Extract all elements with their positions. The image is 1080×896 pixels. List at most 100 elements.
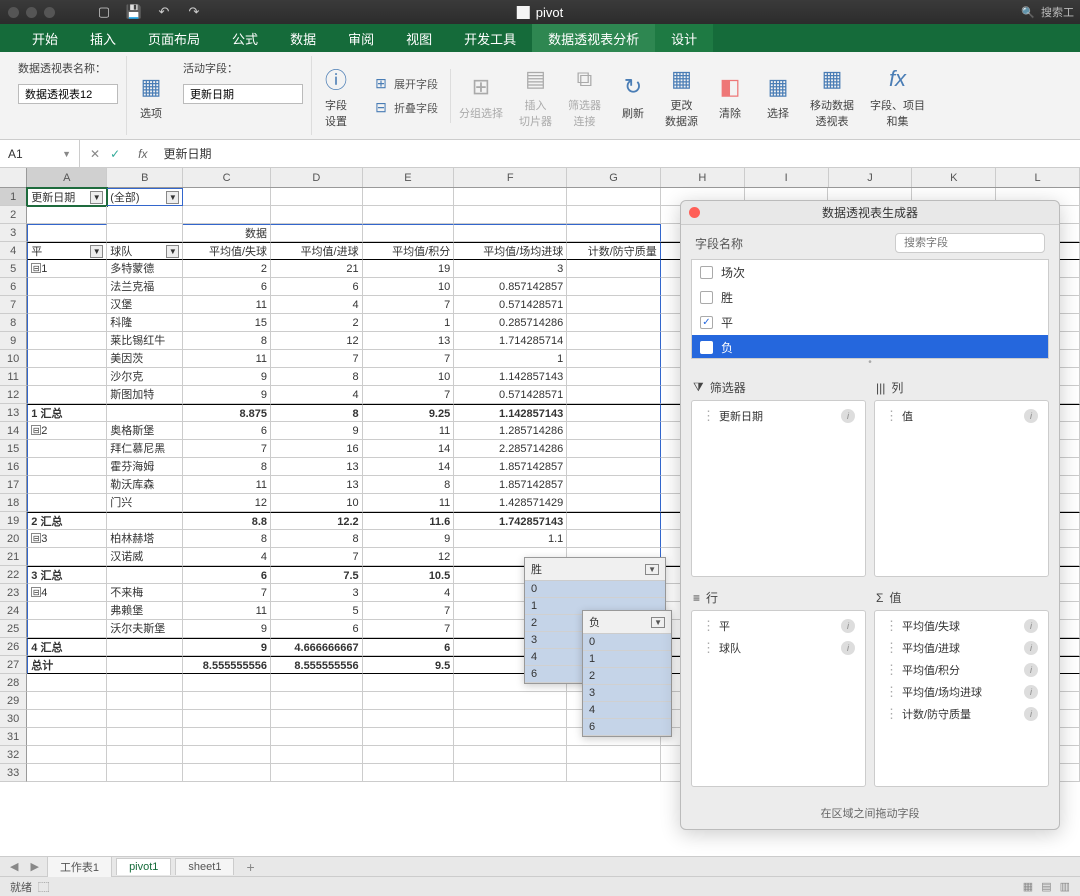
cell[interactable]: 球队▼	[107, 242, 183, 260]
cell[interactable]	[271, 728, 363, 746]
col-header-H[interactable]: H	[661, 168, 745, 187]
cell[interactable]: 9	[363, 530, 455, 548]
cell[interactable]: 1.142857143	[454, 404, 567, 422]
cell[interactable]	[271, 710, 363, 728]
cell[interactable]: 更新日期▼	[27, 188, 107, 206]
cell[interactable]: 0.857142857	[454, 278, 567, 296]
cell[interactable]: 11.6	[363, 512, 455, 530]
cell[interactable]	[27, 224, 107, 242]
cell[interactable]	[107, 656, 183, 674]
tab-layout[interactable]: 页面布局	[132, 24, 216, 52]
col-header-K[interactable]: K	[912, 168, 996, 187]
row-header[interactable]: 6	[0, 278, 27, 296]
cell[interactable]	[183, 746, 271, 764]
cell[interactable]: 8.8	[183, 512, 271, 530]
cell[interactable]: 10	[363, 368, 455, 386]
cell[interactable]: 1.285714286	[454, 422, 567, 440]
cell[interactable]: 16	[271, 440, 363, 458]
cell[interactable]: 9	[183, 368, 271, 386]
cell[interactable]: 7	[183, 584, 271, 602]
cell[interactable]	[363, 692, 455, 710]
filter-option[interactable]: 1	[583, 651, 671, 668]
cell[interactable]	[567, 746, 661, 764]
checkbox[interactable]	[700, 291, 713, 304]
filter-option[interactable]: 0	[525, 581, 665, 598]
columns-area[interactable]: |||列 ⋮值i	[874, 375, 1049, 577]
fx-label[interactable]: fx	[130, 147, 155, 161]
cell[interactable]: 平均值/失球	[183, 242, 271, 260]
cell[interactable]	[183, 692, 271, 710]
name-box-dropdown-icon[interactable]: ▼	[62, 149, 71, 159]
cell[interactable]	[27, 602, 107, 620]
cell[interactable]: 3 汇总	[27, 566, 107, 584]
col-header-D[interactable]: D	[271, 168, 363, 187]
cell[interactable]: 21	[271, 260, 363, 278]
cell[interactable]	[363, 728, 455, 746]
col-header-G[interactable]: G	[567, 168, 661, 187]
cell[interactable]: 3	[454, 260, 567, 278]
cell[interactable]: 7	[363, 296, 455, 314]
col-header-C[interactable]: C	[183, 168, 271, 187]
cell[interactable]: 4	[271, 296, 363, 314]
col-header-J[interactable]: J	[829, 168, 913, 187]
area-item[interactable]: ⋮计数/防守质量i	[879, 703, 1044, 725]
filters-area[interactable]: ⧩筛选器 ⋮更新日期i	[691, 375, 866, 577]
row-header[interactable]: 26	[0, 638, 27, 656]
row-header[interactable]: 29	[0, 692, 27, 710]
collapse-field-button[interactable]: ⊟折叠字段	[368, 97, 442, 119]
cell[interactable]	[107, 206, 183, 224]
row-header[interactable]: 12	[0, 386, 27, 404]
tab-review[interactable]: 审阅	[332, 24, 390, 52]
cell[interactable]: 4	[363, 584, 455, 602]
cell[interactable]	[567, 440, 661, 458]
cell[interactable]	[27, 458, 107, 476]
row-header[interactable]: 20	[0, 530, 27, 548]
field-list[interactable]: 场次胜平负	[691, 259, 1049, 359]
cell[interactable]: 1.742857143	[454, 512, 567, 530]
group-select-button[interactable]: ⊞ 分组选择	[451, 67, 511, 125]
cell[interactable]	[567, 278, 661, 296]
cell[interactable]: 14	[363, 440, 455, 458]
field-item[interactable]: 平	[692, 310, 1048, 335]
cell[interactable]: 2.285714286	[454, 440, 567, 458]
cell[interactable]: 13	[271, 476, 363, 494]
cell[interactable]: 1.1	[454, 530, 567, 548]
cell[interactable]	[567, 296, 661, 314]
row-header[interactable]: 19	[0, 512, 27, 530]
cell[interactable]: 19	[363, 260, 455, 278]
cell[interactable]	[363, 674, 455, 692]
row-header[interactable]: 13	[0, 404, 27, 422]
close-window[interactable]	[8, 7, 19, 18]
cell[interactable]: 10	[271, 494, 363, 512]
cell[interactable]	[567, 350, 661, 368]
row-header[interactable]: 8	[0, 314, 27, 332]
cell[interactable]: 平均值/进球	[271, 242, 363, 260]
cell[interactable]: 4.666666667	[271, 638, 363, 656]
cell[interactable]	[107, 638, 183, 656]
cell[interactable]: 1.857142857	[454, 476, 567, 494]
cell[interactable]	[454, 188, 567, 206]
sheet-prev-icon[interactable]: ◀	[6, 860, 22, 873]
cell[interactable]	[567, 224, 661, 242]
cell[interactable]: 8	[183, 530, 271, 548]
cell[interactable]	[27, 296, 107, 314]
filter-option[interactable]: 3	[583, 685, 671, 702]
cell[interactable]	[567, 458, 661, 476]
pivot-field-pane[interactable]: 数据透视表生成器 字段名称 场次胜平负 ⧩筛选器 ⋮更新日期i |||列 ⋮值i…	[680, 200, 1060, 830]
filter-option[interactable]: 2	[583, 668, 671, 685]
cell[interactable]: 11	[183, 476, 271, 494]
cell[interactable]: 4	[183, 548, 271, 566]
cell[interactable]	[183, 710, 271, 728]
cell[interactable]	[27, 548, 107, 566]
cell[interactable]: 3	[271, 584, 363, 602]
cell[interactable]	[107, 224, 183, 242]
minimize-window[interactable]	[26, 7, 37, 18]
cell[interactable]: 11	[183, 350, 271, 368]
move-pivot-button[interactable]: ▦ 移动数据 透视表	[802, 59, 862, 133]
cell[interactable]: 1.428571429	[454, 494, 567, 512]
cell[interactable]: 10	[363, 278, 455, 296]
row-header[interactable]: 17	[0, 476, 27, 494]
cell[interactable]	[27, 494, 107, 512]
cell[interactable]	[27, 386, 107, 404]
cell[interactable]: 12	[183, 494, 271, 512]
